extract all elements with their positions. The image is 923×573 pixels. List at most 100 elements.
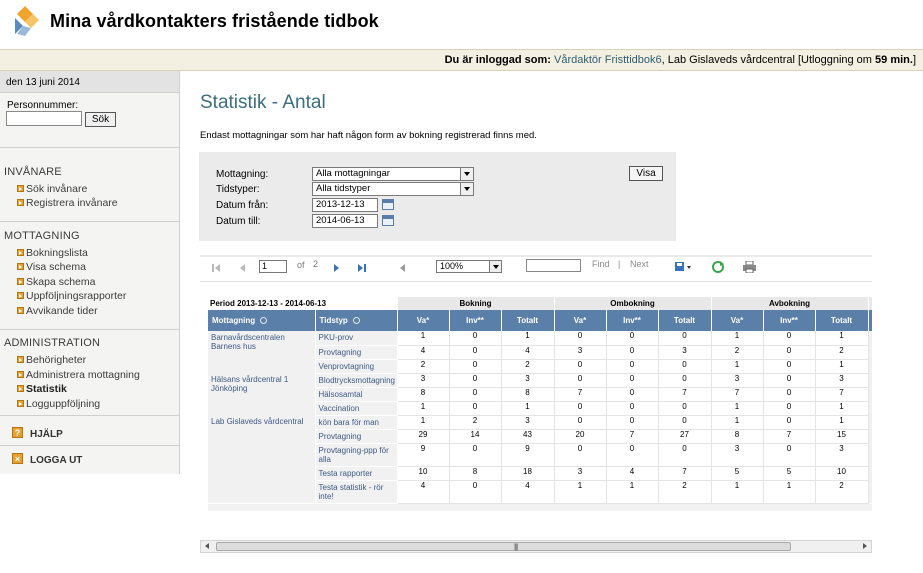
page-number-input[interactable]: 1 bbox=[259, 260, 287, 273]
calendar-icon[interactable] bbox=[382, 199, 394, 210]
value-cell: 8 bbox=[397, 387, 450, 402]
value-cell: 43 bbox=[501, 429, 555, 444]
table-row: Barnavårdscentralen Barnens hus PKU-prov 1… bbox=[208, 331, 873, 373]
column-header-totalt: Totalt bbox=[658, 310, 712, 331]
find-link[interactable]: Find bbox=[592, 259, 610, 269]
of-label: of bbox=[297, 260, 305, 270]
value-cell: 2 bbox=[815, 345, 869, 360]
value-cell: 10 bbox=[815, 466, 869, 481]
overflow-cell bbox=[868, 466, 873, 480]
value-cell: 1 bbox=[711, 401, 764, 416]
value-cell: 1 bbox=[606, 480, 659, 504]
value-cell: 0 bbox=[606, 331, 659, 346]
nav-registrera-invanare[interactable]: Registrera invånare bbox=[17, 197, 118, 209]
nav-skapa-schema[interactable]: Skapa schema bbox=[17, 276, 96, 288]
nav-label: Skapa schema bbox=[26, 276, 96, 288]
value-cell: 0 bbox=[554, 331, 607, 346]
help-link[interactable]: ? HJÄLP bbox=[12, 427, 63, 440]
column-header-va: Va* bbox=[397, 310, 450, 331]
column-header-mottagning[interactable]: Mottagning bbox=[208, 310, 316, 331]
group-avbokning: Avbokning bbox=[711, 297, 869, 310]
value-cell: 1 bbox=[397, 331, 450, 346]
show-button[interactable]: Visa bbox=[629, 166, 663, 181]
value-cell: 1 bbox=[711, 480, 764, 504]
value-cell: 3 bbox=[554, 466, 607, 481]
nav-statistik[interactable]: Statistik bbox=[17, 383, 67, 395]
help-icon: ? bbox=[12, 427, 23, 438]
value-cell: 0 bbox=[763, 359, 816, 374]
nav-administrera-mottagning[interactable]: Administrera mottagning bbox=[17, 369, 140, 381]
nav-bokningslista[interactable]: Bokningslista bbox=[17, 247, 88, 259]
value-cell: 0 bbox=[554, 415, 607, 430]
page-title: Statistik - Antal bbox=[200, 92, 326, 113]
last-page-icon[interactable] bbox=[364, 264, 366, 272]
zoom-select[interactable]: 100% bbox=[436, 260, 502, 273]
value-cell: 0 bbox=[606, 387, 659, 402]
datum-fran-input[interactable]: 2013-12-13 bbox=[312, 198, 378, 212]
personnummer-input[interactable] bbox=[6, 111, 82, 126]
group-bokning: Bokning bbox=[397, 297, 555, 310]
value-cell: 8 bbox=[711, 429, 764, 444]
logout-link[interactable]: × LOGGA UT bbox=[12, 453, 82, 466]
nav-behorigheter[interactable]: Behörigheter bbox=[17, 354, 86, 366]
sort-icon[interactable] bbox=[352, 317, 360, 325]
first-page-icon[interactable] bbox=[212, 264, 214, 272]
column-header-totalt: Totalt bbox=[815, 310, 869, 331]
value-cell: 4 bbox=[501, 345, 555, 360]
column-header-tidstyp[interactable]: Tidstyp bbox=[315, 310, 398, 331]
value-cell: 8 bbox=[501, 387, 555, 402]
export-icon[interactable] bbox=[674, 261, 692, 273]
value-cell: 7 bbox=[763, 429, 816, 444]
prev-page-icon[interactable] bbox=[240, 264, 245, 272]
sort-icon[interactable] bbox=[260, 317, 268, 325]
value-cell: 5 bbox=[763, 466, 816, 481]
value-cell: 3 bbox=[397, 373, 450, 388]
mottagning-select[interactable]: Alla mottagningar bbox=[312, 167, 474, 181]
next-page-icon[interactable] bbox=[334, 264, 339, 272]
last-page-arrow[interactable] bbox=[358, 264, 363, 272]
value-cell: 3 bbox=[711, 443, 764, 467]
logged-in-user-link[interactable]: Vårdaktör Fristtidbok6 bbox=[554, 54, 662, 66]
refresh-icon[interactable] bbox=[712, 261, 724, 273]
divider bbox=[0, 221, 179, 222]
value-cell: 0 bbox=[554, 401, 607, 416]
column-header-inv: Inv** bbox=[763, 310, 816, 331]
first-page-arrow[interactable] bbox=[215, 264, 220, 272]
value-cell: 18 bbox=[501, 466, 555, 481]
nav-visa-schema[interactable]: Visa schema bbox=[17, 261, 86, 273]
value-cell: 0 bbox=[449, 387, 502, 402]
search-button[interactable]: Sök bbox=[85, 112, 116, 127]
nav-label: Uppföljningsrapporter bbox=[26, 290, 127, 302]
next-link[interactable]: Next bbox=[630, 259, 649, 269]
print-icon[interactable] bbox=[743, 261, 756, 273]
scroll-left-icon[interactable] bbox=[205, 543, 209, 549]
value-cell: 0 bbox=[658, 443, 712, 467]
horizontal-scrollbar[interactable]: |||| bbox=[200, 540, 872, 553]
nav-avvikande-tider[interactable]: Avvikande tider bbox=[17, 305, 98, 317]
value-cell: 7 bbox=[554, 387, 607, 402]
value-cell: 0 bbox=[606, 373, 659, 388]
value-cell: 0 bbox=[658, 331, 712, 346]
find-input[interactable] bbox=[526, 259, 581, 272]
value-cell: 29 bbox=[397, 429, 450, 444]
scroll-thumb[interactable]: |||| bbox=[216, 542, 791, 551]
grip-icon: |||| bbox=[514, 544, 518, 551]
calendar-icon[interactable] bbox=[382, 215, 394, 226]
value-cell: 1 bbox=[501, 401, 555, 416]
back-icon[interactable] bbox=[400, 264, 405, 272]
nav-logguppfoljning[interactable]: Logguppföljning bbox=[17, 398, 100, 410]
datum-till-input[interactable]: 2014-06-13 bbox=[312, 214, 378, 228]
section-mottagning: MOTTAGNING bbox=[4, 230, 80, 242]
table-footer bbox=[208, 503, 873, 511]
value-cell: 0 bbox=[606, 443, 659, 467]
tidstyper-label: Tidstyper: bbox=[216, 184, 260, 195]
app-header: Mina vårdkontakters fristående tidbok bbox=[0, 0, 923, 49]
nav-uppfoljningsrapporter[interactable]: Uppföljningsrapporter bbox=[17, 290, 127, 302]
datum-till-label: Datum till: bbox=[216, 216, 261, 227]
scroll-right-icon[interactable] bbox=[863, 543, 867, 549]
tidstyper-select[interactable]: Alla tidstyper bbox=[312, 182, 474, 196]
mottagning-label: Mottagning: bbox=[216, 169, 269, 180]
value-cell: 0 bbox=[449, 359, 502, 374]
nav-sok-invanare[interactable]: Sök invånare bbox=[17, 183, 87, 195]
value-cell: 3 bbox=[501, 415, 555, 430]
